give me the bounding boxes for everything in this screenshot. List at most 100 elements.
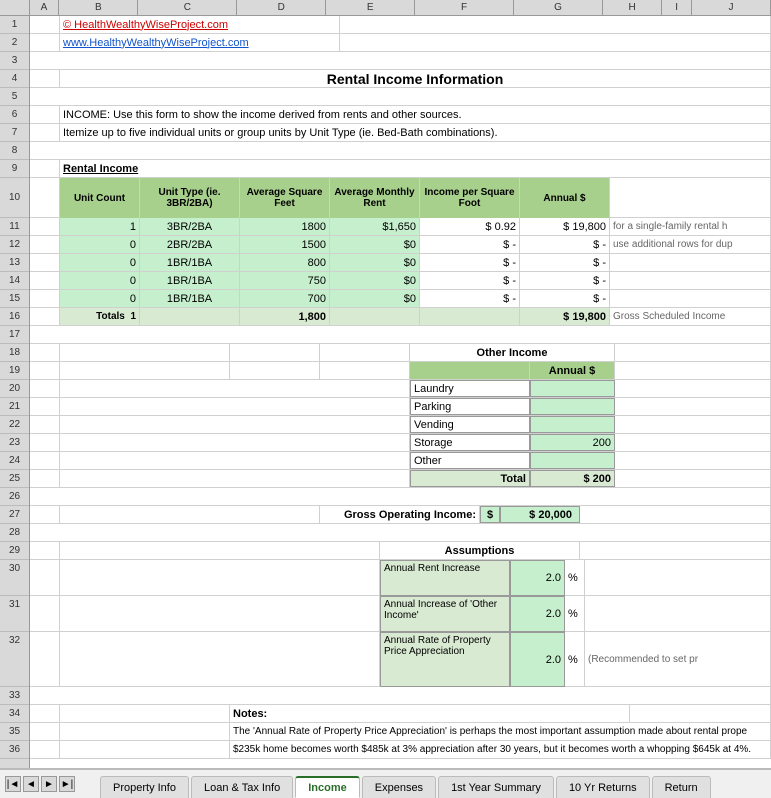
nav-next-btn[interactable]: ►	[41, 776, 57, 792]
cell-13-a	[30, 254, 60, 271]
cell-15-sqft[interactable]: 700	[240, 290, 330, 307]
cell-18-empty2	[230, 344, 320, 361]
cell-24-other-val[interactable]	[530, 452, 615, 469]
row-num-12: 12	[0, 236, 29, 254]
cell-21-rest	[615, 398, 771, 415]
row-28	[30, 524, 771, 542]
row-18: Other Income	[30, 344, 771, 362]
row-13: 0 1BR/1BA 800 $0 $ - $ -	[30, 254, 771, 272]
tab-income[interactable]: Income	[295, 776, 360, 798]
row-num-16: 16	[0, 308, 29, 326]
cell-12-type[interactable]: 2BR/2BA	[140, 236, 240, 253]
cell-15-monthly[interactable]: $0	[330, 290, 420, 307]
row1-monthly: $0	[404, 239, 416, 251]
row-num-29: 29	[0, 542, 29, 560]
cell-11-type[interactable]: 3BR/2BA	[140, 218, 240, 235]
cell-23-storage-val[interactable]: 200	[530, 434, 615, 451]
desc-line1: INCOME: Use this form to show the income…	[63, 109, 462, 121]
tab-1st-year-summary[interactable]: 1st Year Summary	[438, 776, 554, 798]
cell-23-empty	[60, 434, 410, 451]
tab-bar: Property Info Loan & Tax Info Income Exp…	[80, 770, 771, 798]
tab-return[interactable]: Return	[652, 776, 711, 798]
nav-prev-btn[interactable]: ◄	[23, 776, 39, 792]
cell-13-type[interactable]: 1BR/1BA	[140, 254, 240, 271]
cell-8	[30, 142, 771, 159]
cell-19-label-col	[410, 362, 530, 379]
cell-20-laundry-val[interactable]	[530, 380, 615, 397]
row-num-21: 21	[0, 398, 29, 416]
col-header-b: B	[59, 0, 138, 15]
tab-loan-tax-info[interactable]: Loan & Tax Info	[191, 776, 293, 798]
cell-13-sqft[interactable]: 800	[240, 254, 330, 271]
cell-31-val[interactable]: 2.0	[510, 596, 565, 632]
row-8	[30, 142, 771, 160]
cell-13-persqft: $ -	[420, 254, 520, 271]
tab-property-info[interactable]: Property Info	[100, 776, 189, 798]
row0-monthly: $1,650	[382, 221, 416, 233]
cell-12-count[interactable]: 0	[60, 236, 140, 253]
cell-12-sqft[interactable]: 1500	[240, 236, 330, 253]
cell-15-type[interactable]: 1BR/1BA	[140, 290, 240, 307]
row-num-36: 36	[0, 741, 29, 759]
tab-expenses[interactable]: Expenses	[362, 776, 436, 798]
row-num-9: 9	[0, 160, 29, 178]
cell-14-monthly[interactable]: $0	[330, 272, 420, 289]
col-header-j: J	[692, 0, 771, 15]
tab-10yr-returns[interactable]: 10 Yr Returns	[556, 776, 650, 798]
cell-15-rest	[610, 290, 771, 307]
row1-type: 2BR/2BA	[167, 239, 212, 251]
cell-12-annual: $ -	[520, 236, 610, 253]
cell-32-val[interactable]: 2.0	[510, 632, 565, 687]
cell-15-a	[30, 290, 60, 307]
cell-14-a	[30, 272, 60, 289]
row1-annual: $ -	[593, 239, 606, 251]
cell-11-count[interactable]: 1	[60, 218, 140, 235]
nav-first-btn[interactable]: |◄	[5, 776, 21, 792]
cell-18-other-title: Other Income	[410, 344, 615, 361]
cell-3	[30, 52, 771, 69]
row-25: Total $ 200	[30, 470, 771, 488]
col-sqft: Average Square Feet	[243, 187, 326, 209]
grid-content: © HealthWealthyWiseProject.com www.Healt…	[30, 16, 771, 768]
col-monthly: Average Monthly Rent	[333, 187, 416, 209]
cell-11-monthly[interactable]: $1,650	[330, 218, 420, 235]
cell-32-note: (Recommended to set pr	[585, 632, 771, 687]
cell-14-count[interactable]: 0	[60, 272, 140, 289]
cell-22-a	[30, 416, 60, 433]
cell-14-type[interactable]: 1BR/1BA	[140, 272, 240, 289]
row-num-10: 10	[0, 178, 29, 218]
cell-15-count[interactable]: 0	[60, 290, 140, 307]
cell-1-a	[30, 16, 60, 33]
row-36: $235k home becomes worth $485k at 3% app…	[30, 741, 771, 759]
col-header-f: F	[415, 0, 514, 15]
link2[interactable]: www.HealthyWealthyWiseProject.com	[63, 37, 249, 49]
col-header-annual: Annual $	[520, 178, 610, 218]
row0-annual: $ 19,800	[563, 221, 606, 233]
nav-last-btn[interactable]: ►|	[59, 776, 75, 792]
row-num-2: 2	[0, 34, 29, 52]
cell-13-monthly[interactable]: $0	[330, 254, 420, 271]
cell-30-val[interactable]: 2.0	[510, 560, 565, 596]
row-num-13: 13	[0, 254, 29, 272]
cell-14-sqft[interactable]: 750	[240, 272, 330, 289]
cell-24-other: Other	[410, 452, 530, 469]
col-header-row	[0, 0, 30, 15]
link1[interactable]: © HealthWealthyWiseProject.com	[63, 19, 228, 31]
row-16: Totals 1 1,800 $ 19,800 Gross Scheduled …	[30, 308, 771, 326]
cell-34-empty	[60, 705, 230, 722]
cell-18-rest	[615, 344, 771, 361]
cell-21-parking-val[interactable]	[530, 398, 615, 415]
cell-14-persqft: $ -	[420, 272, 520, 289]
cell-11-sqft[interactable]: 1800	[240, 218, 330, 235]
row-num-25: 25	[0, 470, 29, 488]
cell-14-annual: $ -	[520, 272, 610, 289]
cell-12-monthly[interactable]: $0	[330, 236, 420, 253]
cell-5	[30, 88, 771, 105]
col-headers: A B C D E F G H I J	[0, 0, 771, 16]
cell-9-a	[30, 160, 60, 177]
row-num-33: 33	[0, 687, 29, 705]
cell-13-count[interactable]: 0	[60, 254, 140, 271]
cell-30-rest	[585, 560, 771, 596]
row0-count: 1	[130, 221, 136, 233]
cell-22-vending-val[interactable]	[530, 416, 615, 433]
